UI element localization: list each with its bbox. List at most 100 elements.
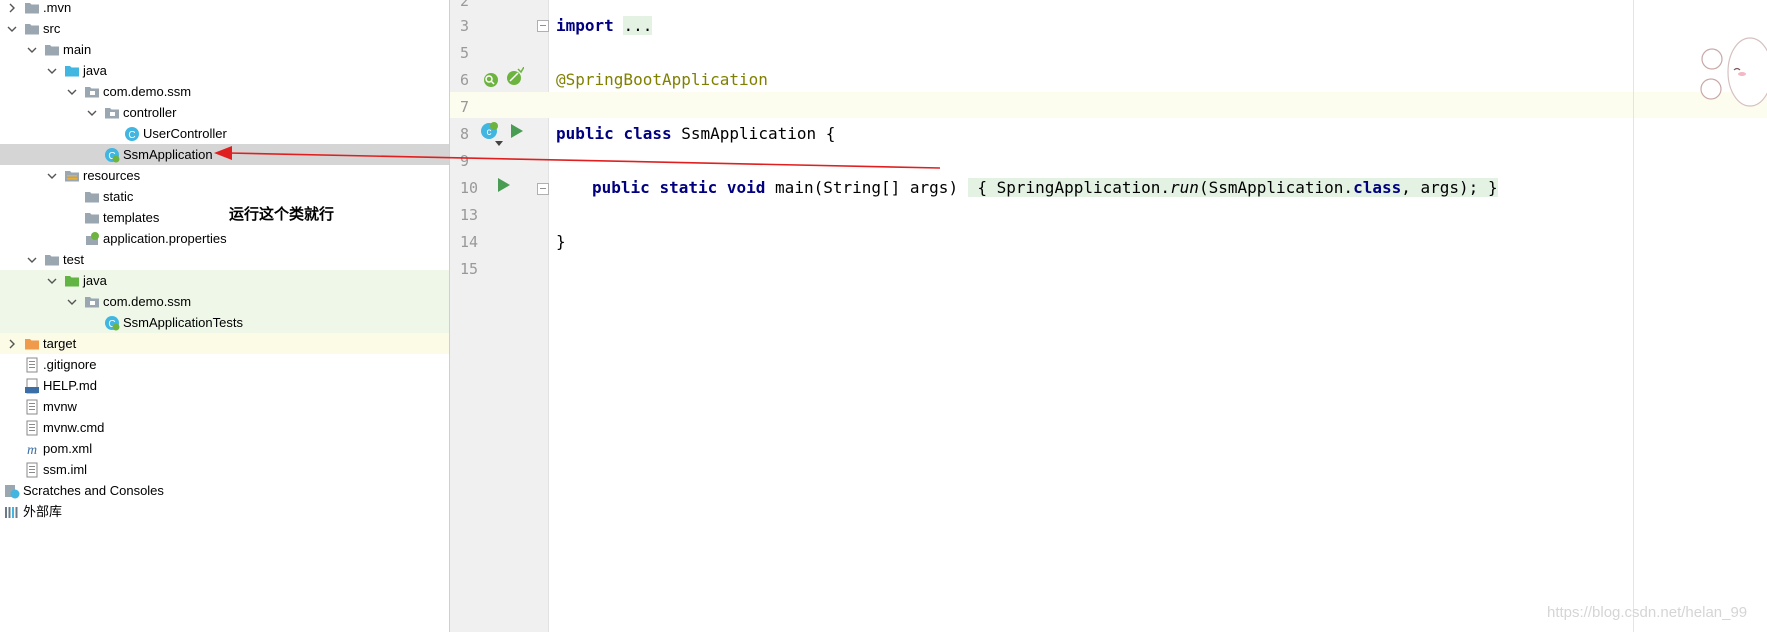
tree-item-label: .gitignore [43,357,97,372]
tree-item-test-java[interactable]: java [0,270,449,291]
tree-item-label: Scratches and Consoles [23,483,164,498]
brace: { [977,178,987,197]
tree-item-static[interactable]: static [0,186,449,207]
tree-item-label: com.demo.ssm [103,294,192,309]
chevron-down-icon[interactable] [6,23,18,35]
tree-item-target[interactable]: target [0,333,449,354]
chevron-down-icon[interactable] [66,86,78,98]
tree-item-test[interactable]: test [0,249,449,270]
tree-item-package-main[interactable]: com.demo.ssm [0,81,449,102]
spring-beans-icon[interactable] [504,66,525,87]
run-icon[interactable] [493,175,513,195]
folder-icon [44,42,60,58]
code-text: , args); [1401,178,1479,197]
brace: } [556,232,566,251]
library-icon [4,504,20,520]
tree-item-pom-xml[interactable]: m pom.xml [0,438,449,459]
keyword: class [623,124,672,143]
markdown-file-icon [24,378,40,394]
line-number: 15 [460,260,479,278]
chevron-down-icon[interactable] [46,275,58,287]
tree-item-resources[interactable]: resources [0,165,449,186]
tree-item-main-java[interactable]: java [0,60,449,81]
chevron-down-icon[interactable] [26,44,38,56]
folder-icon [24,0,40,16]
code-line-10[interactable]: public static void main(String[] args) {… [592,178,1498,197]
tree-item-main[interactable]: main [0,39,449,60]
class-declaration: SsmApplication { [681,124,836,143]
tree-item-label: SsmApplication [123,147,213,162]
code-line-14[interactable]: } [556,232,566,251]
run-icon[interactable] [506,121,526,141]
chevron-down-icon[interactable] [46,170,58,182]
tree-item-ssm-iml[interactable]: ssm.iml [0,459,449,480]
tree-item-templates[interactable]: templates [0,207,449,228]
tree-item-scratches[interactable]: Scratches and Consoles [0,480,449,501]
line-number: 14 [460,233,479,251]
tree-item-label: test [63,252,84,267]
tree-item-ssmapplicationtests[interactable]: C SsmApplicationTests [0,312,449,333]
caret-line-highlight [450,92,1767,118]
tree-item-label: resources [83,168,141,183]
code-line-6[interactable]: @SpringBootApplication [556,70,768,89]
chevron-down-icon[interactable] [46,65,58,77]
folder-icon [84,189,100,205]
folded-method-body[interactable]: { SpringApplication.run(SsmApplication.c… [967,178,1498,197]
tree-item-label: UserController [143,126,227,141]
package-icon [104,105,120,121]
chevron-down-icon[interactable] [26,254,38,266]
folded-region[interactable]: ... [623,16,653,35]
source-root-folder-icon [64,63,80,79]
tree-item-gitignore[interactable]: .gitignore [0,354,449,375]
scratches-icon [4,483,20,499]
chevron-right-icon[interactable] [6,338,18,350]
keyword: public [592,178,650,197]
spring-bean-navigation-icon[interactable] [481,70,501,90]
line-number: 13 [460,206,479,224]
tree-item-external-libraries[interactable]: 外部库 [0,501,449,522]
keyword: public [556,124,614,143]
test-root-folder-icon [64,273,80,289]
annotation-note: 运行这个类就行 [229,206,335,223]
line-number: 5 [460,44,470,62]
text-file-icon [24,420,40,436]
fold-marker-icon[interactable] [537,20,549,32]
tree-item-label: SsmApplicationTests [123,315,243,330]
tree-item-src[interactable]: src [0,18,449,39]
desktop-pet-mascot[interactable] [1690,30,1767,110]
package-icon [84,294,100,310]
watermark: https://blog.csdn.net/helan_99 [1547,604,1748,621]
java-class-icon: C [124,126,140,142]
tree-item-label: controller [123,105,177,120]
project-tree-panel: .mvn src main java com.demo.ssm controll… [0,0,450,632]
tree-item-controller[interactable]: controller [0,102,449,123]
code-line-8[interactable]: public class SsmApplication { [556,124,835,143]
tree-item-application-properties[interactable]: application.properties [0,228,449,249]
line-number: 3 [460,17,470,35]
keyword: static [659,178,718,197]
tree-item-label: src [43,21,61,36]
tree-item-label: ssm.iml [43,462,88,477]
code-line-3[interactable]: import ... [556,16,653,35]
chevron-right-icon[interactable] [6,2,18,14]
tree-item-package-test[interactable]: com.demo.ssm [0,291,449,312]
chevron-down-icon[interactable] [86,107,98,119]
dropdown-arrow-icon[interactable] [494,135,504,146]
tree-item-label: templates [103,210,160,225]
svg-text:C: C [128,130,135,141]
folder-icon [24,21,40,37]
tree-item-mvnw-cmd[interactable]: mvnw.cmd [0,417,449,438]
svg-text:m: m [27,443,37,457]
tree-item-mvn[interactable]: .mvn [0,0,449,18]
chevron-down-icon[interactable] [66,296,78,308]
tree-item-mvnw[interactable]: mvnw [0,396,449,417]
resources-folder-icon [64,168,80,184]
fold-marker-icon[interactable] [537,183,549,195]
tree-item-help-md[interactable]: HELP.md [0,375,449,396]
tree-item-label: application.properties [103,231,227,246]
tree-item-ssmapplication[interactable]: C SsmApplication [0,144,449,165]
spring-boot-class-icon: C [104,315,120,331]
tree-item-label: 外部库 [23,504,63,519]
excluded-folder-icon [24,336,40,352]
tree-item-usercontroller[interactable]: C UserController [0,123,449,144]
